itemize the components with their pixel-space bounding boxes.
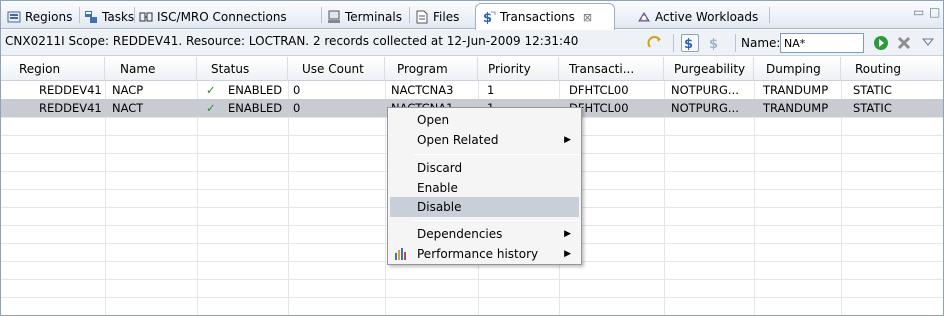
transactions-icon: $: [483, 11, 496, 24]
status-message: CNX0211I Scope: REDDEV41. Resource: LOCT…: [5, 34, 579, 48]
transactions-filter-icon: $: [684, 37, 693, 52]
cell-purgeability: NOTPURG...: [671, 83, 739, 97]
tab-active-workloads[interactable]: Active Workloads: [637, 4, 758, 29]
cell-purgeability: NOTPURG...: [671, 101, 739, 115]
enabled-check-icon: ✓: [206, 83, 216, 97]
cell-transaction: DFHTCL00: [569, 83, 629, 97]
table-header: Region Name Status Use Count Program Pri…: [1, 57, 943, 81]
filter-toggle-button[interactable]: $: [681, 34, 699, 52]
maximize-icon[interactable]: □: [929, 5, 940, 19]
cell-routing: STATIC: [853, 101, 892, 115]
workloads-icon: [638, 11, 650, 21]
tab-label: Active Workloads: [655, 9, 759, 24]
apply-filter-icon[interactable]: [872, 34, 890, 52]
cell-use-count: 0: [293, 101, 301, 115]
cell-dumping: TRANDUMP: [763, 83, 829, 97]
submenu-arrow-icon: ▶: [564, 135, 571, 145]
tab-label: Regions: [25, 9, 73, 24]
menu-item-label: Enable: [417, 181, 458, 195]
cell-priority: 1: [487, 83, 495, 97]
menu-separator: [414, 154, 579, 155]
column-header-routing[interactable]: Routing: [841, 57, 943, 81]
menu-item-disable[interactable]: Disable: [390, 197, 579, 217]
cell-region: REDDEV41: [39, 101, 102, 115]
tab-transactions[interactable]: $ Transactions ⊠: [475, 3, 615, 30]
column-header-dumping[interactable]: Dumping: [754, 57, 841, 81]
svg-text:$: $: [709, 37, 718, 52]
close-icon[interactable]: ⊠: [583, 11, 592, 24]
tab-label: Tasks: [102, 9, 135, 24]
table-row[interactable]: REDDEV41 NACP ✓ ENABLED 0 NACTCNA3 1 DFH…: [1, 81, 943, 99]
cell-name: NACP: [112, 83, 144, 97]
menu-item-dependencies[interactable]: Dependencies ▶: [390, 224, 579, 244]
bar-chart-icon: [395, 248, 406, 260]
column-header-priority[interactable]: Priority: [478, 57, 559, 81]
terminals-icon: [328, 10, 340, 23]
tab-label: Terminals: [345, 9, 402, 24]
view-toolbar: CNX0211I Scope: REDDEV41. Resource: LOCT…: [1, 30, 943, 56]
tab-tasks[interactable]: Tasks: [84, 4, 134, 29]
tab-label: Transactions: [500, 10, 575, 24]
menu-item-open-related[interactable]: Open Related ▶: [390, 130, 579, 150]
svg-text:$: $: [684, 37, 693, 51]
menu-item-open[interactable]: Open: [390, 110, 579, 130]
name-filter-label: Name:: [741, 36, 781, 50]
cell-status: ENABLED: [228, 83, 283, 97]
column-header-name[interactable]: Name: [105, 57, 197, 81]
minimize-icon[interactable]: ▭: [913, 5, 924, 19]
menu-separator: [414, 220, 579, 221]
tab-label: Files: [433, 9, 460, 24]
connections-icon: [139, 12, 153, 21]
menu-item-label: Performance history: [417, 247, 539, 261]
transactions-view: Regions Tasks ISC/MRO Connections Termin…: [0, 0, 944, 316]
tab-regions[interactable]: Regions: [7, 4, 72, 29]
cell-routing: STATIC: [853, 83, 892, 97]
name-filter-input[interactable]: [780, 33, 864, 53]
view-menu-icon[interactable]: [921, 34, 935, 52]
cell-dumping: TRANDUMP: [763, 101, 829, 115]
cell-name: NACT: [112, 101, 144, 115]
column-header-purgeability[interactable]: Purgeability: [664, 57, 754, 81]
regions-icon: [7, 11, 21, 22]
column-header-status[interactable]: Status: [197, 57, 288, 81]
menu-item-label: Dependencies: [417, 227, 503, 241]
menu-item-performance-history[interactable]: Performance history ▶: [390, 244, 579, 264]
menu-item-discard[interactable]: Discard: [390, 158, 579, 178]
column-header-use-count[interactable]: Use Count: [288, 57, 385, 81]
context-menu: Open Open Related ▶ Discard Enable Disab…: [387, 107, 582, 265]
tab-label: ISC/MRO Connections: [157, 9, 287, 24]
submenu-arrow-icon: ▶: [564, 229, 571, 239]
tab-isc-mro-connections[interactable]: ISC/MRO Connections: [139, 4, 287, 29]
menu-item-label: Discard: [417, 161, 463, 175]
column-header-region[interactable]: Region: [1, 57, 105, 81]
refresh-icon[interactable]: [646, 34, 664, 52]
enabled-check-icon: ✓: [206, 101, 216, 115]
menu-item-enable[interactable]: Enable: [390, 178, 579, 198]
menu-item-label: Open: [417, 113, 450, 127]
svg-text:$: $: [483, 11, 492, 24]
tab-files[interactable]: Files: [415, 4, 459, 29]
cell-status: ENABLED: [228, 101, 283, 115]
tab-terminals[interactable]: Terminals: [327, 4, 402, 29]
clear-filter-icon[interactable]: [895, 34, 913, 52]
column-header-transaction[interactable]: Transacti...: [559, 57, 664, 81]
view-tab-bar: Regions Tasks ISC/MRO Connections Termin…: [1, 1, 943, 30]
submenu-arrow-icon: ▶: [564, 249, 571, 259]
cell-region: REDDEV41: [39, 83, 102, 97]
menu-item-label: Disable: [417, 200, 462, 214]
column-header-program[interactable]: Program: [385, 57, 478, 81]
transactions-disabled-icon[interactable]: $: [706, 34, 724, 52]
menu-item-label: Open Related: [417, 133, 499, 147]
cell-use-count: 0: [293, 83, 301, 97]
files-icon: [416, 10, 428, 23]
tasks-icon: [85, 10, 97, 23]
cell-program: NACTCNA3: [391, 83, 454, 97]
